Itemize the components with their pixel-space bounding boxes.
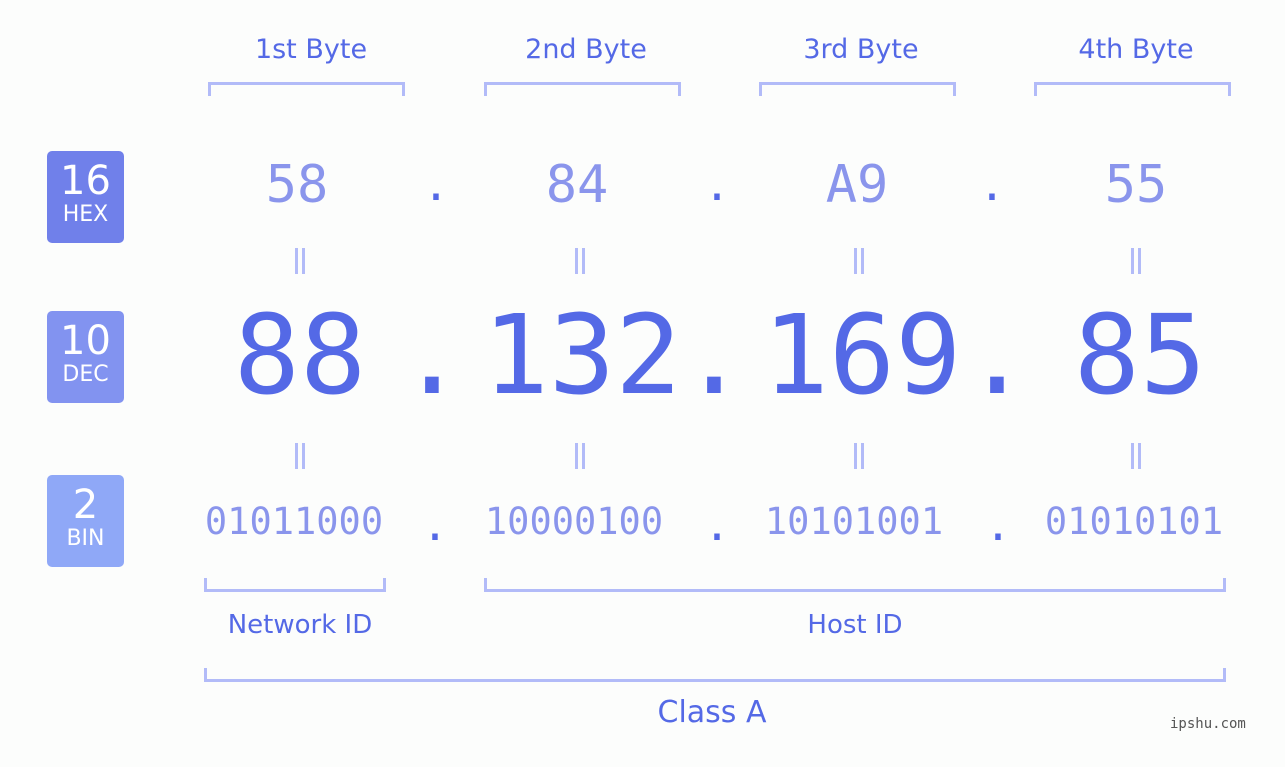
class-bracket (204, 668, 1226, 682)
watermark: ipshu.com (1170, 716, 1246, 732)
bin-separator-2: . (703, 500, 731, 551)
hex-separator-2: . (703, 160, 731, 211)
class-label: Class A (657, 695, 767, 730)
host-id-label: Host ID (807, 610, 903, 640)
equals-icon (290, 443, 310, 469)
bin-separator-1: . (421, 500, 449, 551)
equals-icon (290, 248, 310, 274)
dec-byte-1: 88 (233, 291, 367, 419)
bin-separator-3: . (984, 500, 1012, 551)
byte-header-2: 2nd Byte (525, 34, 647, 65)
network-id-bracket (204, 578, 386, 592)
dec-byte-2: 132 (482, 291, 682, 419)
bin-badge: 2 BIN (47, 475, 124, 567)
hex-separator-3: . (978, 160, 1006, 211)
hex-separator-1: . (422, 160, 450, 211)
equals-icon (570, 443, 590, 469)
dec-badge: 10 DEC (47, 311, 124, 403)
byte-header-3: 3rd Byte (803, 34, 919, 65)
dec-byte-3: 169 (762, 291, 962, 419)
hex-byte-4: 55 (1104, 155, 1168, 215)
bin-byte-4: 01010101 (1044, 500, 1224, 543)
byte-bracket-4 (1034, 82, 1231, 96)
dec-separator-1: . (398, 291, 466, 419)
byte-bracket-1 (208, 82, 405, 96)
dec-base-label: DEC (62, 362, 109, 387)
bin-base-label: BIN (66, 526, 105, 551)
hex-base-number: 16 (60, 158, 111, 204)
bin-base-number: 2 (72, 482, 99, 528)
bin-byte-3: 10101001 (764, 500, 944, 543)
hex-byte-1: 58 (265, 155, 329, 215)
bin-byte-2: 10000100 (484, 500, 664, 543)
byte-header-1: 1st Byte (254, 34, 368, 65)
hex-badge: 16 HEX (47, 151, 124, 243)
equals-icon (849, 248, 869, 274)
hex-base-label: HEX (62, 202, 109, 227)
dec-separator-2: . (680, 291, 748, 419)
byte-bracket-3 (759, 82, 956, 96)
byte-header-4: 4th Byte (1078, 34, 1194, 65)
hex-byte-2: 84 (545, 155, 609, 215)
byte-bracket-2 (484, 82, 681, 96)
equals-icon (849, 443, 869, 469)
hex-byte-3: A9 (825, 155, 889, 215)
dec-base-number: 10 (60, 318, 111, 364)
bin-byte-1: 01011000 (204, 500, 384, 543)
equals-icon (570, 248, 590, 274)
network-id-label: Network ID (227, 610, 373, 640)
dec-separator-3: . (963, 291, 1031, 419)
equals-icon (1126, 248, 1146, 274)
host-id-bracket (484, 578, 1226, 592)
equals-icon (1126, 443, 1146, 469)
dec-byte-4: 85 (1073, 291, 1207, 419)
